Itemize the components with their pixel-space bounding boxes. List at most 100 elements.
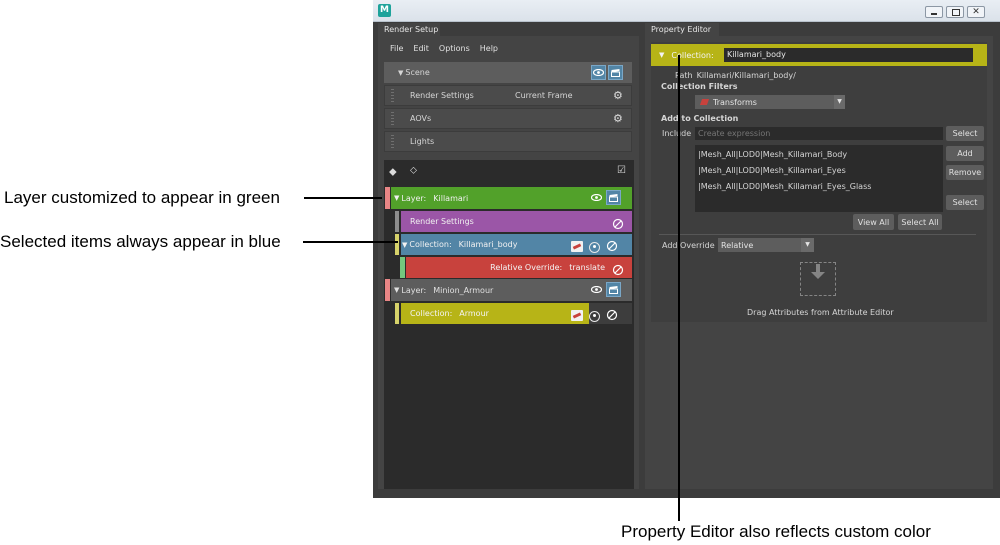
list-item[interactable]: |Mesh_All|LOD0|Mesh_Killamari_Body bbox=[698, 150, 847, 159]
disable-icon[interactable] bbox=[606, 237, 618, 256]
expand-arrow-icon[interactable]: ▼ bbox=[394, 194, 399, 202]
collection-filters-label: Collection Filters bbox=[661, 82, 738, 91]
checklist-icon[interactable]: ☑ bbox=[617, 165, 626, 176]
dropdown-arrow-icon[interactable]: ▼ bbox=[834, 95, 845, 109]
close-icon[interactable]: ✕ bbox=[967, 5, 985, 18]
title-bar bbox=[373, 0, 1000, 22]
override-attribute: translate bbox=[569, 263, 605, 272]
divider bbox=[659, 234, 976, 235]
expand-arrow-icon[interactable]: ▼ bbox=[402, 241, 407, 249]
override-label: Relative Override: bbox=[490, 263, 563, 272]
annotation-leader-line bbox=[303, 241, 398, 243]
relative-override-row[interactable]: Relative Override: translate bbox=[406, 257, 632, 278]
annotation-property-editor: Property Editor also reflects custom col… bbox=[621, 522, 931, 541]
annotation-selected-blue: Selected items always appear in blue bbox=[0, 232, 281, 251]
expand-arrow-icon[interactable]: ▼ bbox=[398, 69, 403, 77]
select-members-button[interactable]: Select bbox=[946, 195, 984, 210]
view-all-button[interactable]: View All bbox=[853, 214, 894, 230]
select-button[interactable]: Select bbox=[946, 126, 984, 141]
collection-prefix: Collection: bbox=[410, 309, 453, 318]
disable-icon[interactable] bbox=[612, 215, 624, 234]
render-clapper-icon[interactable] bbox=[606, 282, 621, 297]
drag-handle-icon[interactable] bbox=[391, 89, 394, 102]
visibility-eye-icon[interactable] bbox=[590, 283, 603, 296]
path-row: Path Killamari/Killamari_body/ bbox=[675, 71, 796, 80]
collection-prefix: Collection: bbox=[409, 240, 452, 249]
drop-arrow-icon bbox=[810, 264, 826, 286]
row-color-marker bbox=[395, 234, 399, 255]
path-value: Killamari/Killamari_body/ bbox=[696, 71, 796, 80]
annotation-leader-line bbox=[304, 197, 382, 199]
render-clapper-icon[interactable] bbox=[608, 65, 623, 80]
maya-app-icon: M bbox=[378, 4, 391, 17]
annotation-leader-line bbox=[678, 55, 680, 521]
render-clapper-icon[interactable] bbox=[606, 190, 621, 205]
render-settings-label: Render Settings bbox=[410, 91, 474, 100]
include-expression-input[interactable] bbox=[695, 127, 943, 140]
select-all-button[interactable]: Select All bbox=[898, 214, 942, 230]
collection-name: Killamari_body bbox=[458, 240, 518, 249]
row-color-marker bbox=[400, 257, 405, 278]
property-editor-tab[interactable]: Property Editor bbox=[645, 23, 719, 36]
remove-button[interactable]: Remove bbox=[946, 165, 984, 180]
dropdown-arrow-icon[interactable]: ▼ bbox=[801, 238, 814, 252]
annotation-green-layer: Layer customized to appear in green bbox=[4, 188, 280, 207]
layer-name: Killamari bbox=[433, 193, 469, 203]
collection-header-label: ▼ Collection: bbox=[659, 47, 714, 63]
render-settings-row[interactable]: Render Settings Current Frame bbox=[384, 85, 632, 106]
lights-row[interactable]: Lights bbox=[384, 131, 632, 152]
drop-hint: Drag Attributes from Attribute Editor bbox=[747, 308, 894, 317]
layer-toggles bbox=[590, 190, 621, 205]
disable-icon[interactable] bbox=[606, 306, 618, 325]
add-override-label: Add Override bbox=[662, 241, 715, 250]
minimize-icon[interactable] bbox=[925, 5, 943, 18]
override-type-dropdown[interactable]: Relative bbox=[718, 238, 814, 252]
list-item[interactable]: |Mesh_All|LOD0|Mesh_Killamari_Eyes_Glass bbox=[698, 182, 871, 191]
collection-name: Armour bbox=[459, 309, 489, 318]
render-settings-override-row[interactable]: Render Settings bbox=[401, 211, 632, 232]
layer-color-marker bbox=[385, 187, 390, 209]
restore-icon[interactable] bbox=[946, 5, 964, 18]
filter-value: Transforms bbox=[713, 97, 757, 107]
window-controls: ✕ bbox=[925, 5, 985, 18]
render-settings-gear-icon[interactable]: ⚙ bbox=[613, 89, 623, 102]
import-icon[interactable]: ⬦ bbox=[410, 165, 417, 176]
menu-edit[interactable]: Edit bbox=[413, 44, 429, 53]
layer-name: Minion_Armour bbox=[433, 285, 494, 295]
collection-toggles bbox=[571, 237, 618, 256]
visibility-eye-icon[interactable] bbox=[590, 191, 603, 204]
drag-handle-icon[interactable] bbox=[391, 112, 394, 125]
disable-icon[interactable] bbox=[612, 261, 624, 280]
add-button[interactable]: Add bbox=[946, 146, 984, 161]
render-setup-tab[interactable]: Render Setup bbox=[378, 23, 440, 36]
add-to-collection-label: Add to Collection bbox=[661, 114, 739, 123]
layer-prefix: Layer: bbox=[401, 193, 427, 203]
aovs-label: AOVs bbox=[410, 114, 432, 123]
solo-icon[interactable] bbox=[589, 310, 600, 322]
isolate-icon[interactable] bbox=[571, 241, 583, 252]
expand-arrow-icon[interactable]: ▼ bbox=[394, 286, 399, 294]
solo-icon[interactable] bbox=[589, 241, 600, 253]
isolate-icon[interactable] bbox=[571, 310, 583, 321]
collection-name-field[interactable]: Killamari_body bbox=[724, 48, 973, 62]
collection-filter-dropdown[interactable]: Transforms bbox=[695, 95, 845, 109]
transform-icon bbox=[699, 99, 710, 105]
render-setup-menu-bar: File Edit Options Help bbox=[390, 44, 498, 53]
render-settings-label: Render Settings bbox=[410, 217, 474, 226]
aovs-row[interactable]: AOVs bbox=[384, 108, 632, 129]
drag-handle-icon[interactable] bbox=[391, 135, 394, 148]
include-label: Include bbox=[662, 129, 692, 138]
expand-arrow-icon[interactable]: ▼ bbox=[659, 51, 664, 59]
scene-visibility-toggles bbox=[591, 65, 623, 80]
row-color-marker bbox=[395, 211, 399, 232]
menu-options[interactable]: Options bbox=[439, 44, 470, 53]
visibility-eye-icon[interactable] bbox=[591, 65, 606, 80]
list-item[interactable]: |Mesh_All|LOD0|Mesh_Killamari_Eyes bbox=[698, 166, 846, 175]
collection-toggles bbox=[571, 306, 618, 325]
aovs-gear-icon[interactable]: ⚙ bbox=[613, 112, 623, 125]
menu-file[interactable]: File bbox=[390, 44, 403, 53]
menu-help[interactable]: Help bbox=[480, 44, 498, 53]
layer-prefix: Layer: bbox=[401, 285, 427, 295]
create-layer-icon[interactable]: ⬥ bbox=[389, 165, 397, 179]
override-type-value: Relative bbox=[721, 240, 754, 250]
